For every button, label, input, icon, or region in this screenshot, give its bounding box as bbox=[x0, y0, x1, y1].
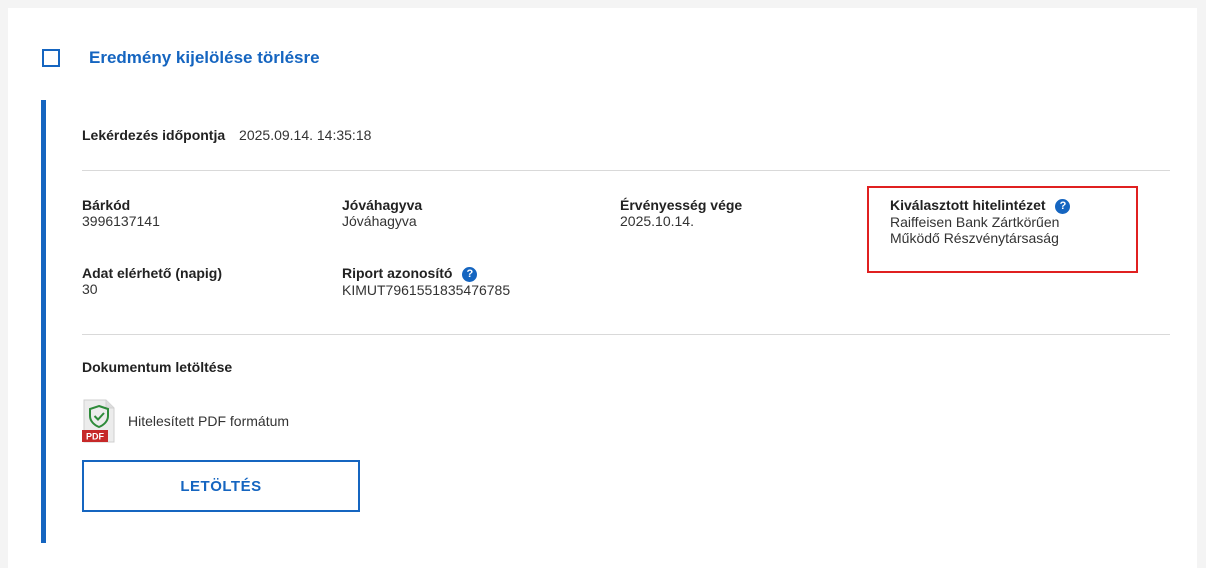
availability-field: Adat elérhető (napig) 30 bbox=[82, 265, 222, 297]
availability-value: 30 bbox=[82, 281, 98, 297]
validity-field: Érvényesség vége 2025.10.14. bbox=[620, 197, 742, 229]
question-icon[interactable]: ? bbox=[1055, 199, 1071, 214]
validity-label: Érvényesség vége bbox=[620, 197, 743, 213]
accent-bar bbox=[41, 100, 46, 543]
report-id-field: Riport azonosító ? KIMUT7961551835476785 bbox=[342, 265, 510, 298]
availability-label: Adat elérhető (napig) bbox=[82, 265, 223, 281]
query-time-value: 2025.09.14. 14:35:18 bbox=[239, 127, 372, 143]
divider-middle bbox=[82, 334, 1170, 335]
pdf-badge-text: PDF bbox=[86, 432, 105, 442]
institution-value-line2: Működő Részvénytársaság bbox=[890, 230, 1059, 246]
question-icon[interactable]: ? bbox=[462, 267, 478, 282]
query-time-label: Lekérdezés időpontja bbox=[82, 127, 226, 143]
barcode-label: Bárkód bbox=[82, 197, 131, 213]
delete-checkbox[interactable] bbox=[42, 49, 60, 67]
select-for-deletion: Eredmény kijelölése törlésre bbox=[42, 48, 320, 68]
institution-label: Kiválasztott hitelintézet bbox=[890, 197, 1046, 213]
query-time-row: Lekérdezés időpontja 2025.09.14. 14:35:1… bbox=[82, 127, 371, 143]
pdf-format-row: PDF Hitelesített PDF formátum bbox=[82, 399, 289, 443]
report-id-label: Riport azonosító bbox=[342, 265, 453, 281]
validity-value: 2025.10.14. bbox=[620, 213, 694, 229]
result-card: Eredmény kijelölése törlésre Lekérdezés … bbox=[8, 8, 1197, 568]
download-button[interactable]: LETÖLTÉS bbox=[82, 460, 360, 512]
barcode-field: Bárkód 3996137141 bbox=[82, 197, 160, 229]
approved-label: Jóváhagyva bbox=[342, 197, 423, 213]
institution-value-line1: Raiffeisen Bank Zártkörűen bbox=[890, 214, 1060, 230]
institution-field: Kiválasztott hitelintézet ? Raiffeisen B… bbox=[890, 197, 1071, 246]
approved-field: Jóváhagyva Jóváhagyva bbox=[342, 197, 422, 229]
select-for-deletion-label[interactable]: Eredmény kijelölése törlésre bbox=[89, 48, 320, 68]
pdf-format-label: Hitelesített PDF formátum bbox=[128, 413, 290, 429]
divider-top bbox=[82, 170, 1170, 171]
barcode-value: 3996137141 bbox=[82, 213, 160, 229]
pdf-file-icon: PDF bbox=[82, 399, 116, 443]
approved-value: Jóváhagyva bbox=[342, 213, 417, 229]
document-download-title: Dokumentum letöltése bbox=[82, 359, 233, 375]
report-id-value: KIMUT7961551835476785 bbox=[342, 282, 511, 298]
